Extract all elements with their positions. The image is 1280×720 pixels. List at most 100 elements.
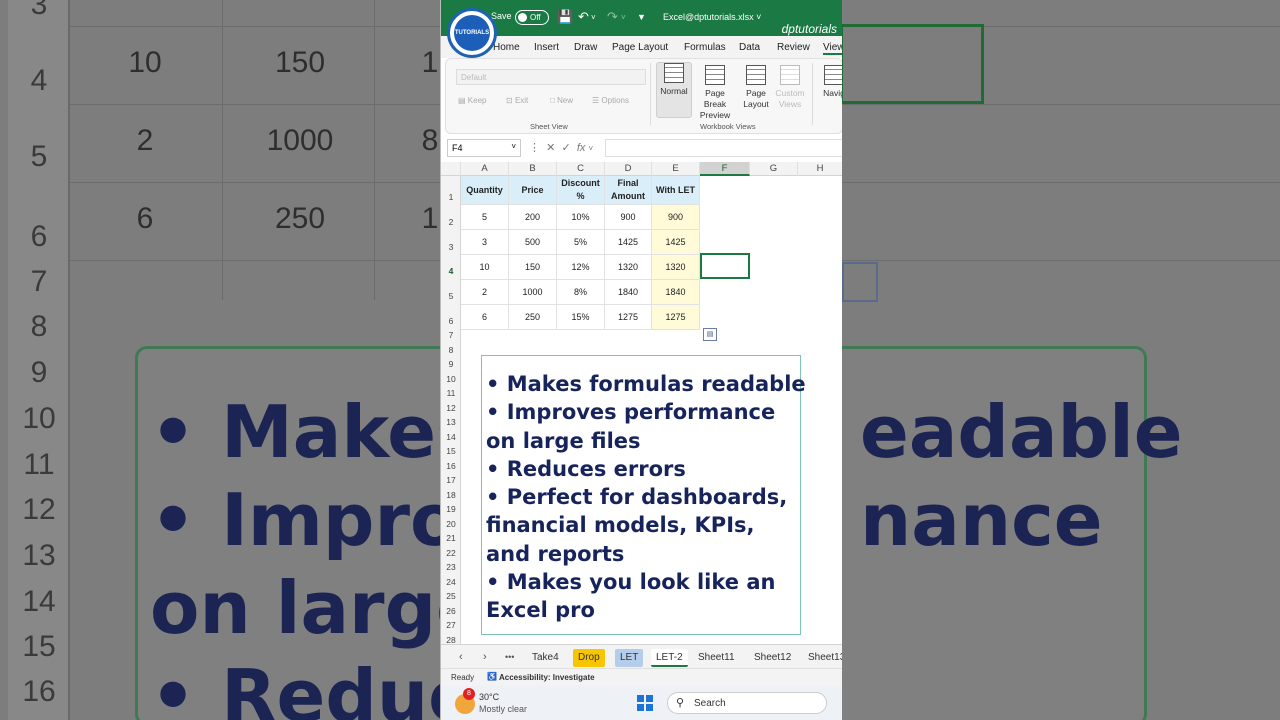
undo-dropdown-icon[interactable]: ˅ xyxy=(591,13,596,22)
table-cell[interactable]: 1000 xyxy=(509,280,557,305)
accessibility-icon[interactable]: ♿ xyxy=(487,672,497,681)
save-icon[interactable]: 💾 xyxy=(557,9,573,25)
row-header[interactable]: 14 xyxy=(441,432,461,442)
tab-page-layout[interactable]: Page Layout xyxy=(612,42,668,53)
sheet-tab[interactable]: Sheet13 xyxy=(803,649,842,667)
table-header[interactable]: Final Amount xyxy=(605,176,652,205)
options-button[interactable]: ☰ Options xyxy=(592,96,629,105)
customize-toolbar-icon[interactable]: ▼ xyxy=(637,12,646,22)
row-header[interactable]: 11 xyxy=(441,388,461,398)
accessibility-status[interactable]: Accessibility: Investigate xyxy=(499,673,595,682)
row-header[interactable]: 1 xyxy=(441,192,461,202)
table-header[interactable]: Price xyxy=(509,176,557,205)
taskbar-search[interactable]: ⚲ Search xyxy=(667,692,827,714)
sheet-view-select[interactable]: Default xyxy=(456,69,646,85)
sheet-tab[interactable]: LET xyxy=(615,649,644,667)
row-header[interactable]: 2 xyxy=(441,217,461,227)
exit-button[interactable]: ⊡ Exit xyxy=(506,96,528,105)
tab-home[interactable]: Home xyxy=(493,42,520,53)
table-cell[interactable]: 12% xyxy=(557,255,605,280)
column-header[interactable]: E xyxy=(652,162,700,176)
sheet-tab[interactable]: Sheet11 xyxy=(693,649,740,667)
table-cell[interactable]: 1425 xyxy=(605,230,652,255)
tab-review[interactable]: Review xyxy=(777,42,810,53)
row-header[interactable]: 12 xyxy=(441,403,461,413)
table-cell-let[interactable]: 1425 xyxy=(652,230,700,255)
tab-formulas[interactable]: Formulas xyxy=(684,42,726,53)
autosave-toggle[interactable]: Off xyxy=(515,10,549,25)
insert-function-icon[interactable]: fx xyxy=(577,142,586,154)
navigation-button[interactable]: Navig xyxy=(816,65,842,99)
scroll-right-icon[interactable]: › xyxy=(483,651,487,663)
row-header[interactable]: 15 xyxy=(441,446,461,456)
row-header[interactable]: 5 xyxy=(441,291,461,301)
row-header[interactable]: 27 xyxy=(441,620,461,630)
row-header[interactable]: 16 xyxy=(441,461,461,471)
column-header[interactable]: A xyxy=(461,162,509,176)
row-header[interactable]: 3 xyxy=(441,242,461,252)
table-cell[interactable]: 1840 xyxy=(605,280,652,305)
table-cell[interactable]: 150 xyxy=(509,255,557,280)
row-header-selected[interactable]: 4 xyxy=(441,266,461,276)
workbook-filename[interactable]: Excel@dptutorials.xlsx ˅ xyxy=(663,12,761,22)
table-header[interactable]: Quantity xyxy=(461,176,509,205)
row-header[interactable]: 24 xyxy=(441,577,461,587)
more-icon[interactable]: ⋮ xyxy=(529,142,540,154)
column-header[interactable]: D xyxy=(605,162,652,176)
table-cell-let[interactable]: 1275 xyxy=(652,305,700,330)
table-cell[interactable]: 200 xyxy=(509,205,557,230)
new-button[interactable]: □ New xyxy=(550,96,573,105)
row-header[interactable]: 21 xyxy=(441,533,461,543)
table-cell-let[interactable]: 1320 xyxy=(652,255,700,280)
row-header[interactable]: 23 xyxy=(441,562,461,572)
select-all-corner[interactable] xyxy=(441,162,461,176)
row-header[interactable]: 18 xyxy=(441,490,461,500)
keep-button[interactable]: ▤ Keep xyxy=(458,96,486,105)
more-sheets-icon[interactable]: ••• xyxy=(505,652,514,662)
enter-icon[interactable]: ✓ xyxy=(561,142,570,154)
page-break-preview-button[interactable]: Page Break Preview xyxy=(694,65,736,121)
table-header[interactable]: With LET xyxy=(652,176,700,205)
column-header[interactable]: G xyxy=(750,162,798,176)
sheet-tab[interactable]: Drop xyxy=(573,649,605,667)
table-cell[interactable]: 5% xyxy=(557,230,605,255)
table-cell[interactable]: 5 xyxy=(461,205,509,230)
column-header[interactable]: H xyxy=(798,162,842,176)
column-header[interactable]: C xyxy=(557,162,605,176)
table-cell[interactable]: 1320 xyxy=(605,255,652,280)
column-header[interactable]: B xyxy=(509,162,557,176)
row-header[interactable]: 26 xyxy=(441,606,461,616)
row-header[interactable]: 9 xyxy=(441,359,461,369)
table-cell[interactable]: 2 xyxy=(461,280,509,305)
paste-options-icon[interactable]: ▤ xyxy=(703,328,717,341)
table-cell[interactable]: 500 xyxy=(509,230,557,255)
active-cell-f4[interactable] xyxy=(700,253,750,279)
row-header[interactable]: 19 xyxy=(441,504,461,514)
custom-views-button[interactable]: Custom Views xyxy=(772,65,808,110)
table-cell[interactable]: 15% xyxy=(557,305,605,330)
sheet-tab[interactable]: Sheet12 xyxy=(749,649,796,667)
table-cell[interactable]: 6 xyxy=(461,305,509,330)
table-cell[interactable]: 250 xyxy=(509,305,557,330)
row-header[interactable]: 13 xyxy=(441,417,461,427)
scroll-left-icon[interactable]: ‹ xyxy=(459,651,463,663)
page-layout-view-button[interactable]: Page Layout xyxy=(738,65,774,110)
table-cell[interactable]: 10 xyxy=(461,255,509,280)
sheet-tab[interactable]: Take4 xyxy=(527,649,564,667)
benefits-textbox[interactable]: • Makes formulas readable • Improves per… xyxy=(481,355,806,635)
table-cell-let[interactable]: 900 xyxy=(652,205,700,230)
table-cell[interactable]: 3 xyxy=(461,230,509,255)
tab-insert[interactable]: Insert xyxy=(534,42,559,53)
undo-icon[interactable]: ↶ xyxy=(578,9,589,25)
tab-view[interactable]: View xyxy=(823,42,842,55)
row-header[interactable]: 6 xyxy=(441,316,461,326)
table-cell[interactable]: 900 xyxy=(605,205,652,230)
row-header[interactable]: 20 xyxy=(441,519,461,529)
row-header[interactable]: 7 xyxy=(441,330,461,340)
normal-view-button[interactable]: Normal xyxy=(656,62,692,118)
row-header[interactable]: 10 xyxy=(441,374,461,384)
table-cell-let[interactable]: 1840 xyxy=(652,280,700,305)
formula-input[interactable] xyxy=(605,139,842,157)
row-header[interactable]: 25 xyxy=(441,591,461,601)
windows-start-icon[interactable] xyxy=(637,695,653,711)
